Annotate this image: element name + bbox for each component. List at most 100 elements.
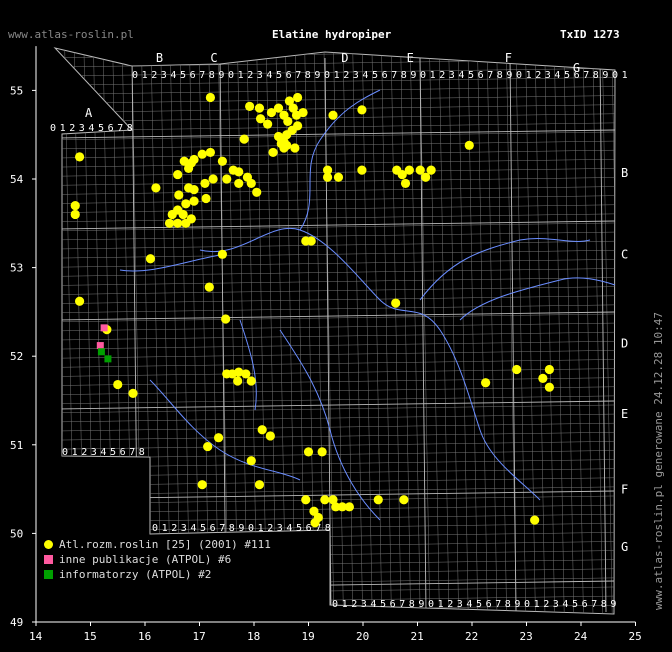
grid-index: 1 <box>142 70 148 81</box>
occurrence-dot <box>174 190 184 200</box>
occurrence-dot <box>263 119 273 129</box>
occurrence-dot <box>320 495 330 505</box>
occurrence-dot <box>200 178 210 189</box>
grid-index: 5 <box>564 70 570 81</box>
grid-index: 2 <box>543 599 549 610</box>
x-tick-label: 14 <box>29 630 43 643</box>
grid-index: 3 <box>181 523 187 534</box>
grid-index: 5 <box>476 599 482 610</box>
grid-column-label: B <box>156 51 163 65</box>
occurrence-dot <box>173 169 183 180</box>
occurrence-dot <box>201 193 211 204</box>
grid-index: 2 <box>535 70 541 81</box>
grid-column-label: C <box>210 51 217 65</box>
legend-label-informants: informatorzy (ATPOL) #2 <box>59 568 212 581</box>
grid-row-label: G <box>621 540 628 554</box>
grid-index: 1 <box>534 599 540 610</box>
occurrence-dot <box>239 134 249 144</box>
grid-index: 8 <box>209 70 215 81</box>
grid-row-label: B <box>621 166 628 180</box>
grid-index: 1 <box>334 70 340 81</box>
grid-index: 9 <box>238 523 244 534</box>
occurrence-dot <box>234 178 244 189</box>
grid-index: 2 <box>69 123 75 134</box>
occurrence-dot <box>481 378 491 388</box>
occurrence-dot <box>291 110 302 120</box>
occurrence-dot <box>70 200 80 211</box>
grid-index: 2 <box>81 447 87 458</box>
occurrence-dot <box>284 96 295 106</box>
occurrence-dot <box>322 172 333 182</box>
x-tick-label: 22 <box>465 630 478 643</box>
occurrence-dot <box>301 495 311 505</box>
occurrence-dot <box>217 156 227 166</box>
occurrence-dot <box>246 456 256 466</box>
yellow-dot-icon <box>44 540 53 549</box>
grid-index: 3 <box>79 123 85 134</box>
grid-index: 3 <box>361 599 367 610</box>
occurrence-dot <box>328 110 338 120</box>
grid-index: 5 <box>380 599 386 610</box>
grid-index: 7 <box>199 70 205 81</box>
grid-index: 7 <box>399 599 405 610</box>
grid-index: 5 <box>180 70 186 81</box>
atpol-grid: 0123456789012345678901234567890123456789… <box>50 47 628 615</box>
occurrence-dot <box>544 382 554 392</box>
grid-index: 3 <box>257 70 263 81</box>
grid-index: 8 <box>401 70 407 81</box>
grid-index: 0 <box>428 599 434 610</box>
grid-index: 1 <box>430 70 436 81</box>
fine-grid <box>55 48 615 614</box>
occurrence-dot <box>234 167 244 177</box>
occurrence-dot <box>254 103 265 113</box>
occurrence-dot <box>252 187 262 197</box>
grid-index: 9 <box>602 70 608 81</box>
grid-index: 0 <box>324 70 330 81</box>
occurrence-dot <box>290 143 300 153</box>
occurrence-dot <box>282 140 292 150</box>
grid-index: 6 <box>120 447 126 458</box>
occurrence-dot <box>391 298 401 308</box>
river-line <box>119 254 221 272</box>
grid-column-label: D <box>341 51 348 65</box>
grid-index: 1 <box>60 123 66 134</box>
grid-index: 9 <box>410 70 416 81</box>
occurrence-dot <box>75 296 85 306</box>
occurrence-dot <box>245 101 255 111</box>
y-tick-label: 52 <box>10 350 23 363</box>
grid-column-label: A <box>85 106 93 120</box>
legend-label-publications: inne publikacje (ATPOL) #6 <box>59 553 232 566</box>
grid-row-label: E <box>621 407 628 421</box>
occurrence-dot <box>283 116 293 127</box>
grid-index: 3 <box>545 70 551 81</box>
grid-column-label: F <box>505 51 512 65</box>
x-tick-label: 20 <box>356 630 369 643</box>
occurrence-dot <box>128 388 138 399</box>
grid-index: 1 <box>162 523 168 534</box>
grid-index: 8 <box>127 123 133 134</box>
grid-index: 2 <box>343 70 349 81</box>
informant-square <box>97 348 105 356</box>
grid-index: 5 <box>276 70 282 81</box>
occurrence-dot <box>464 140 474 150</box>
grid-index: 8 <box>601 599 607 610</box>
x-tick-label: 16 <box>138 630 151 643</box>
grid-index: 5 <box>200 523 206 534</box>
x-tick-label: 23 <box>520 630 533 643</box>
grid-index: 8 <box>593 70 599 81</box>
publication-square <box>96 342 104 350</box>
grid-index: 3 <box>353 70 359 81</box>
occurrence-dot <box>205 147 215 158</box>
legend-label-atlas: Atl.rozm.roslin [25] (2001) #111 <box>59 538 271 551</box>
grid-index: 5 <box>372 70 378 81</box>
grid-index: 4 <box>458 70 464 81</box>
occurrence-dot <box>301 236 311 246</box>
legend-item-atlas: Atl.rozm.roslin [25] (2001) #111 <box>44 537 271 552</box>
grid-index: 4 <box>88 123 94 134</box>
occurrence-dot <box>204 282 214 292</box>
grid-index: 9 <box>506 70 512 81</box>
grid-index: 6 <box>390 599 396 610</box>
occurrence-dot <box>186 214 196 224</box>
y-tick-label: 53 <box>10 262 23 275</box>
occurrence-dot <box>75 152 85 162</box>
